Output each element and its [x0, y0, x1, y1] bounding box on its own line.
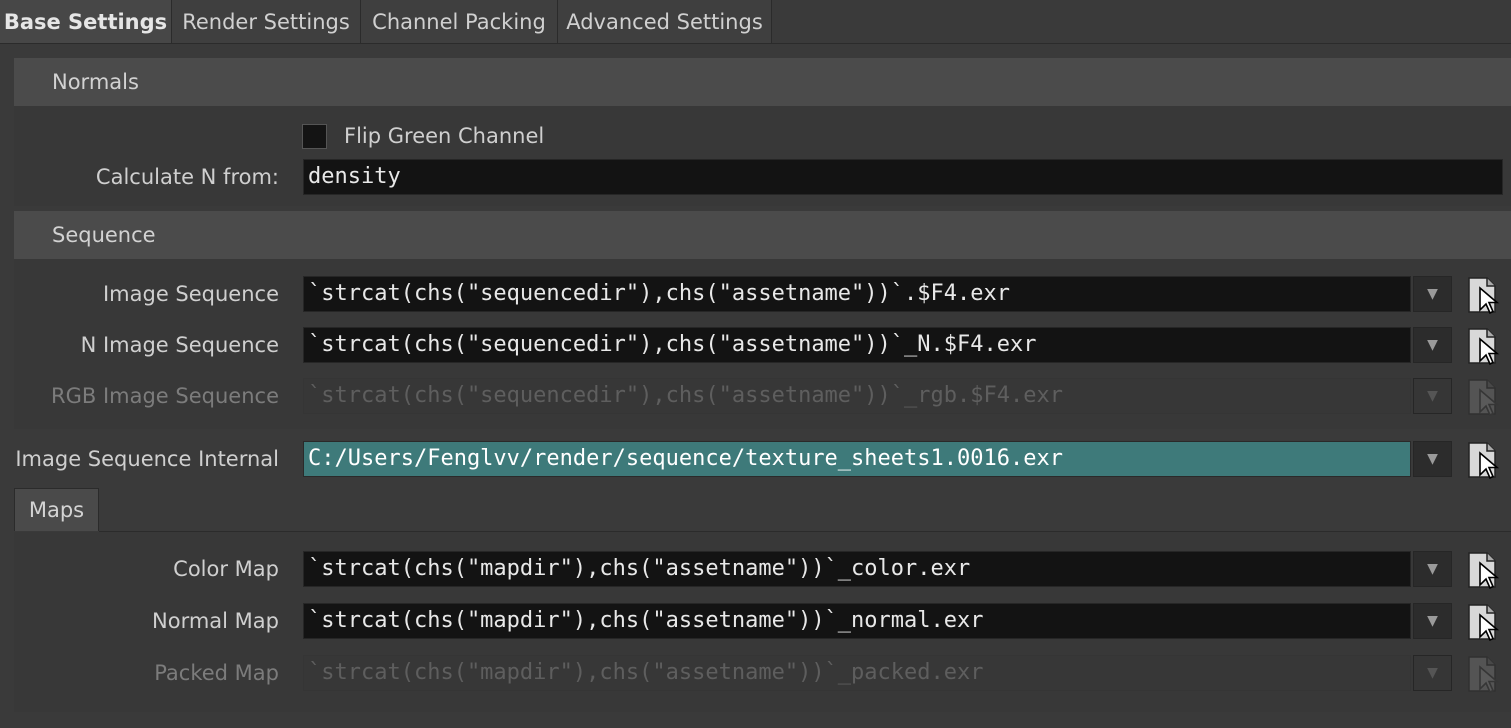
- image-sequence-internal-label: Image Sequence Internal: [15, 447, 279, 471]
- chevron-down-icon: ▼: [1427, 337, 1438, 353]
- flip-green-checkbox[interactable]: [302, 124, 327, 149]
- normals-folder-header[interactable]: Normals: [14, 58, 1511, 106]
- packed-map-dropdown: ▼: [1413, 655, 1452, 691]
- rgb-image-sequence-input: `strcat(chs("sequencedir"),chs("assetnam…: [303, 378, 1411, 414]
- file-chooser-icon[interactable]: [1466, 274, 1500, 314]
- tab-bar: Base Settings Render Settings Channel Pa…: [0, 0, 1511, 44]
- chevron-down-icon: ▼: [1427, 613, 1438, 629]
- normal-map-input[interactable]: `strcat(chs("mapdir"),chs("assetname"))`…: [303, 603, 1411, 639]
- tab-channel-packing[interactable]: Channel Packing: [361, 0, 558, 43]
- tab-render-settings[interactable]: Render Settings: [172, 0, 361, 43]
- sequence-folder-header[interactable]: Sequence: [14, 211, 1511, 259]
- chevron-down-icon: ▼: [1427, 286, 1438, 302]
- n-image-sequence-input[interactable]: `strcat(chs("sequencedir"),chs("assetnam…: [303, 327, 1411, 363]
- image-sequence-internal-dropdown[interactable]: ▼: [1413, 441, 1452, 477]
- file-chooser-icon: [1468, 379, 1500, 416]
- tab-maps[interactable]: Maps: [14, 488, 99, 531]
- packed-map-input: `strcat(chs("mapdir"),chs("assetname"))`…: [303, 655, 1411, 691]
- tab-advanced-settings[interactable]: Advanced Settings: [558, 0, 772, 43]
- calc-n-input[interactable]: density: [303, 159, 1503, 195]
- chevron-down-icon: ▼: [1427, 451, 1438, 467]
- image-sequence-dropdown[interactable]: ▼: [1413, 276, 1452, 312]
- n-image-sequence-dropdown[interactable]: ▼: [1413, 327, 1452, 363]
- n-image-sequence-label: N Image Sequence: [80, 333, 279, 357]
- chevron-down-icon: ▼: [1427, 561, 1438, 577]
- calc-n-label: Calculate N from:: [95, 165, 279, 189]
- normal-map-label: Normal Map: [152, 609, 279, 633]
- file-chooser-icon[interactable]: [1466, 601, 1500, 641]
- chevron-down-icon: ▼: [1427, 665, 1438, 681]
- normal-map-dropdown[interactable]: ▼: [1413, 603, 1452, 639]
- file-chooser-icon: [1468, 656, 1500, 693]
- file-chooser-icon[interactable]: [1466, 549, 1500, 589]
- file-chooser-icon[interactable]: [1466, 439, 1500, 479]
- tab-base-settings[interactable]: Base Settings: [0, 0, 172, 43]
- flip-green-label: Flip Green Channel: [344, 124, 545, 148]
- image-sequence-internal-input[interactable]: C:/Users/Fenglvv/render/sequence/texture…: [303, 441, 1411, 477]
- rgb-image-sequence-dropdown: ▼: [1413, 378, 1452, 414]
- color-map-input[interactable]: `strcat(chs("mapdir"),chs("assetname"))`…: [303, 551, 1411, 587]
- color-map-dropdown[interactable]: ▼: [1413, 551, 1452, 587]
- rgb-image-sequence-label: RGB Image Sequence: [51, 384, 279, 408]
- image-sequence-input[interactable]: `strcat(chs("sequencedir"),chs("assetnam…: [303, 276, 1411, 312]
- packed-map-label: Packed Map: [154, 661, 279, 685]
- image-sequence-label: Image Sequence: [102, 282, 279, 306]
- file-chooser-icon[interactable]: [1466, 325, 1500, 365]
- chevron-down-icon: ▼: [1427, 388, 1438, 404]
- color-map-label: Color Map: [173, 557, 279, 581]
